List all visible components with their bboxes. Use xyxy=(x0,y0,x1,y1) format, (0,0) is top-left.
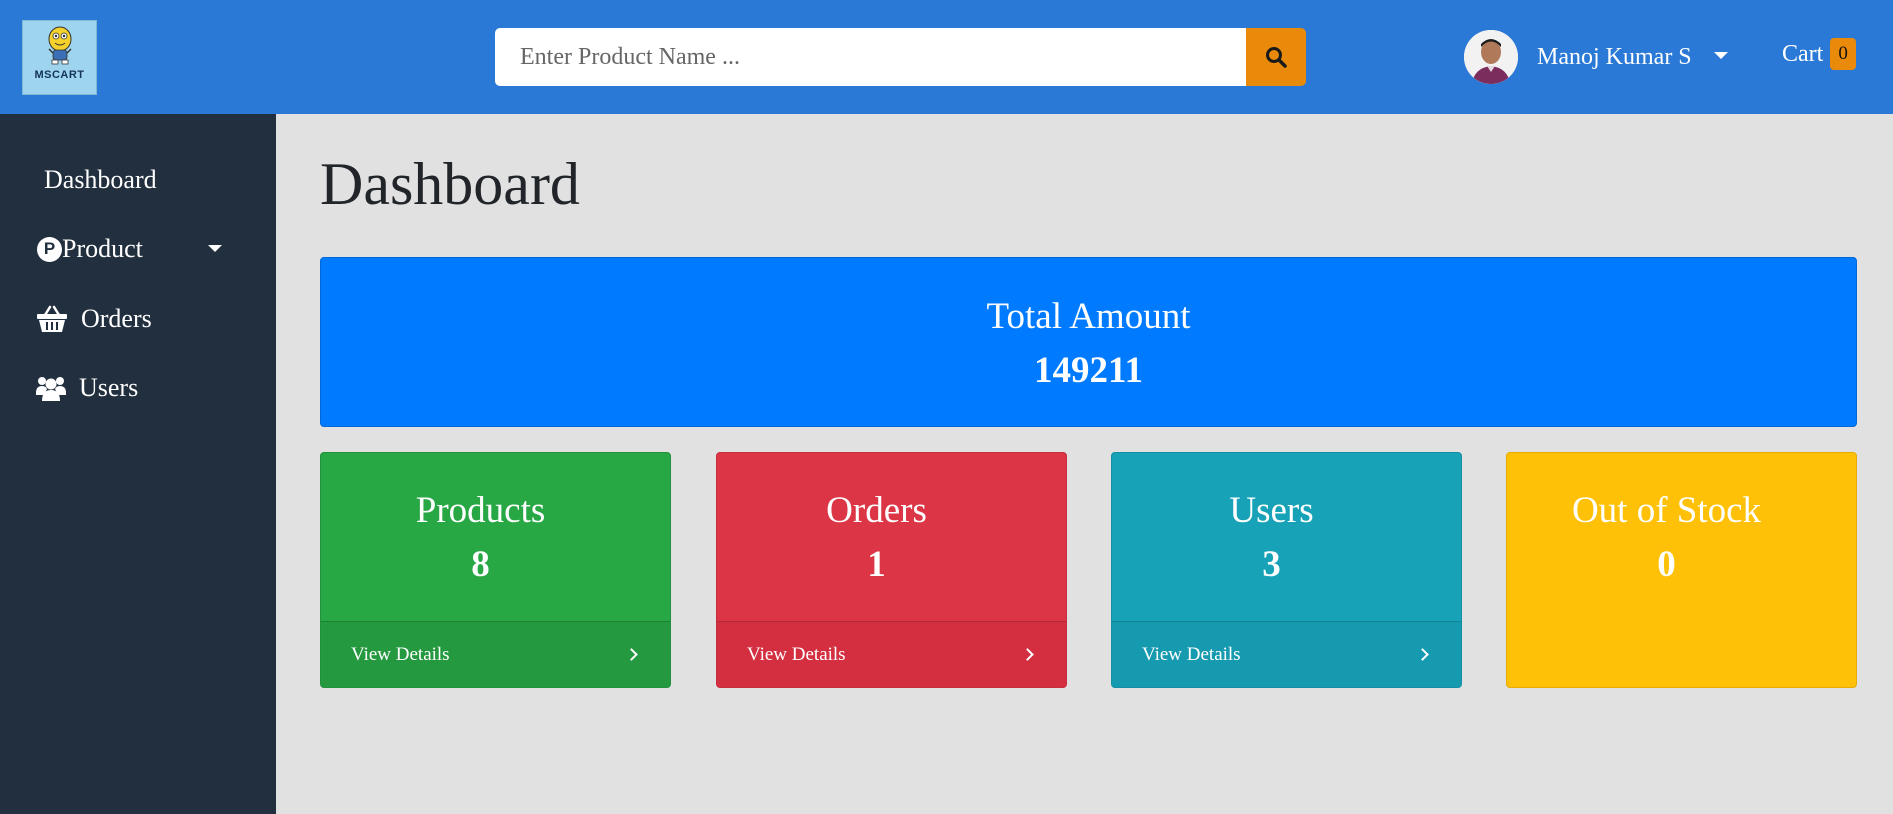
user-menu[interactable]: Manoj Kumar S xyxy=(1464,30,1728,84)
user-photo-icon xyxy=(1464,30,1518,84)
top-navbar: MSCART Manoj Kumar S Cart 0 xyxy=(0,0,1893,114)
card-value: 3 xyxy=(1262,544,1281,585)
sidebar-item-label: Dashboard xyxy=(44,165,157,194)
sidebar-item-label: Users xyxy=(79,373,139,402)
brand-logo[interactable]: MSCART xyxy=(22,20,97,95)
chevron-right-icon xyxy=(625,648,638,661)
page-title: Dashboard xyxy=(320,151,580,217)
cart-button[interactable]: Cart 0 xyxy=(1782,38,1856,70)
chevron-down-icon xyxy=(1713,51,1728,59)
sidebar: Dashboard P Product Orders Users xyxy=(0,114,276,814)
view-details-link[interactable]: View Details xyxy=(321,621,670,687)
card-title: Users xyxy=(1229,490,1314,531)
users-icon xyxy=(36,375,66,401)
chevron-down-icon xyxy=(208,245,222,252)
view-details-label: View Details xyxy=(1142,643,1241,665)
avatar xyxy=(1464,30,1518,84)
view-details-label: View Details xyxy=(747,643,846,665)
total-amount-value: 149211 xyxy=(1034,350,1143,391)
card-title: Products xyxy=(415,490,546,531)
mascot-icon xyxy=(48,26,72,65)
sidebar-item-product[interactable]: P Product xyxy=(0,224,276,274)
view-details-label: View Details xyxy=(351,643,450,665)
card-value: 8 xyxy=(471,544,490,585)
card-title: Orders xyxy=(826,490,927,531)
chevron-right-icon xyxy=(1416,648,1429,661)
search-button[interactable] xyxy=(1246,28,1306,86)
search-icon xyxy=(1266,47,1287,68)
orders-card: Orders 1 View Details xyxy=(716,452,1067,688)
products-card: Products 8 View Details xyxy=(320,452,671,688)
user-name: Manoj Kumar S xyxy=(1537,43,1692,70)
chevron-right-icon xyxy=(1021,648,1034,661)
view-details-link[interactable]: View Details xyxy=(1112,621,1461,687)
sidebar-item-orders[interactable]: Orders xyxy=(0,294,276,344)
p-circle-icon: P xyxy=(37,236,62,262)
cart-count-badge: 0 xyxy=(1830,38,1856,70)
basket-icon xyxy=(36,305,68,333)
users-card: Users 3 View Details xyxy=(1111,452,1462,688)
total-amount-card: Total Amount 149211 xyxy=(320,257,1857,427)
card-value: 1 xyxy=(867,544,886,585)
cart-label: Cart xyxy=(1782,40,1824,67)
logo-text: MSCART xyxy=(34,69,85,81)
search-bar xyxy=(495,28,1306,86)
view-details-link[interactable]: View Details xyxy=(717,621,1066,687)
card-value: 0 xyxy=(1657,544,1676,585)
search-input[interactable] xyxy=(495,28,1246,86)
sidebar-item-dashboard[interactable]: Dashboard xyxy=(0,155,276,205)
sidebar-item-users[interactable]: Users xyxy=(0,363,276,413)
card-title: Out of Stock xyxy=(1571,490,1762,531)
out-of-stock-card: Out of Stock 0 xyxy=(1506,452,1857,688)
sidebar-item-label: Orders xyxy=(81,304,152,333)
sidebar-item-label: Product xyxy=(62,234,143,263)
total-amount-label: Total Amount xyxy=(986,296,1191,337)
